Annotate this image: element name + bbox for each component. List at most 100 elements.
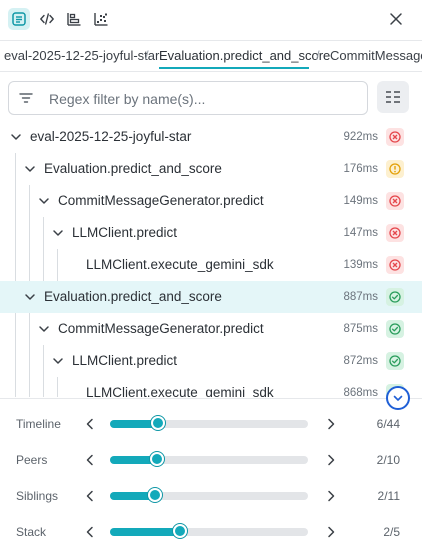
chevron-left-icon[interactable] bbox=[83, 525, 97, 539]
breadcrumb-item-child[interactable]: CommitMessageG bbox=[330, 47, 422, 65]
nav-count: 2/11 bbox=[377, 489, 400, 503]
close-icon bbox=[390, 13, 402, 25]
nav-slider-thumb[interactable] bbox=[150, 452, 164, 466]
tree-row[interactable]: Evaluation.predict_and_score 176ms bbox=[0, 153, 422, 185]
span-name: LLMClient.predict bbox=[72, 353, 178, 368]
nav-row-stack: Stack 2/5 bbox=[0, 520, 422, 541]
toolbar bbox=[0, 0, 422, 40]
span-name: CommitMessageGenerator.predict bbox=[58, 321, 264, 336]
span-name: CommitMessageGenerator.predict bbox=[58, 193, 264, 208]
span-name: eval-2025-12-25-joyful-star bbox=[30, 129, 192, 144]
breadcrumb-active-indicator bbox=[159, 67, 309, 69]
nav-row-siblings: Siblings 2/11 bbox=[0, 484, 422, 508]
filter-icon bbox=[19, 93, 33, 103]
nav-label: Timeline bbox=[16, 417, 61, 431]
chevron-down-icon[interactable] bbox=[38, 195, 50, 207]
span-duration: 147ms bbox=[343, 227, 378, 239]
error-icon bbox=[389, 259, 401, 271]
bar-chart-view-button[interactable] bbox=[63, 8, 85, 30]
chevron-left-icon[interactable] bbox=[83, 417, 97, 431]
chevron-right-icon[interactable] bbox=[324, 417, 338, 431]
nav-slider[interactable] bbox=[110, 452, 308, 466]
check-circle-icon bbox=[389, 291, 401, 303]
tree-row-selected[interactable]: Evaluation.predict_and_score 887ms bbox=[0, 281, 422, 313]
breadcrumb-item-root[interactable]: eval-2025-12-25-joyful-star bbox=[4, 47, 159, 65]
breadcrumb-item-current[interactable]: Evaluation.predict_and_score bbox=[159, 47, 330, 65]
nav-slider[interactable] bbox=[110, 488, 308, 502]
span-duration: 922ms bbox=[343, 131, 378, 143]
span-duration: 875ms bbox=[343, 323, 378, 335]
chevron-down-icon[interactable] bbox=[24, 163, 36, 175]
status-badge bbox=[386, 160, 404, 178]
span-name: LLMClient.predict bbox=[72, 225, 178, 240]
nav-row-peers: Peers 2/10 bbox=[0, 448, 422, 472]
nav-slider-thumb[interactable] bbox=[172, 524, 187, 538]
status-badge bbox=[386, 256, 404, 274]
regex-filter-input[interactable] bbox=[49, 90, 359, 108]
chevron-down-icon[interactable] bbox=[38, 323, 50, 335]
span-name: Evaluation.predict_and_score bbox=[44, 289, 222, 304]
check-circle-icon bbox=[389, 355, 401, 367]
span-duration: 872ms bbox=[343, 355, 378, 367]
chevron-right-icon[interactable] bbox=[324, 489, 338, 503]
span-duration: 176ms bbox=[343, 163, 378, 175]
nav-count: 2/10 bbox=[376, 453, 400, 467]
span-name: Evaluation.predict_and_score bbox=[44, 161, 222, 176]
span-duration: 139ms bbox=[343, 259, 378, 271]
nav-slider[interactable] bbox=[110, 524, 308, 538]
error-icon bbox=[389, 195, 401, 207]
code-icon bbox=[40, 13, 54, 25]
chevron-down-icon[interactable] bbox=[52, 227, 64, 239]
view-options-button[interactable] bbox=[377, 81, 409, 113]
chevron-left-icon[interactable] bbox=[83, 489, 97, 503]
bar-chart-icon bbox=[67, 13, 81, 26]
tree-row[interactable]: LLMClient.execute_gemini_sdk 139ms bbox=[0, 249, 422, 281]
list-icon bbox=[12, 12, 26, 26]
nav-count: 6/44 bbox=[376, 417, 400, 431]
nav-label: Siblings bbox=[16, 489, 59, 503]
chevron-down-icon[interactable] bbox=[24, 291, 36, 303]
nav-slider-fill bbox=[110, 528, 180, 536]
status-badge bbox=[386, 320, 404, 338]
error-icon bbox=[389, 227, 401, 239]
scroll-down-button[interactable] bbox=[386, 386, 410, 410]
tree-row[interactable]: eval-2025-12-25-joyful-star 922ms bbox=[0, 121, 422, 153]
chevron-down-icon[interactable] bbox=[52, 355, 64, 367]
code-view-button[interactable] bbox=[36, 8, 58, 30]
chevron-right-icon[interactable] bbox=[324, 525, 338, 539]
nav-label: Stack bbox=[16, 525, 47, 539]
scatter-view-button[interactable] bbox=[90, 8, 112, 30]
list-layout-icon bbox=[386, 91, 400, 103]
span-name: LLMClient.execute_gemini_sdk bbox=[86, 257, 274, 272]
chevron-left-icon[interactable] bbox=[83, 453, 97, 467]
trace-tree: eval-2025-12-25-joyful-star 922ms Evalua… bbox=[0, 121, 422, 397]
breadcrumb-separator: / bbox=[145, 48, 149, 63]
nav-slider-thumb[interactable] bbox=[150, 416, 165, 430]
nav-label: Peers bbox=[16, 453, 48, 467]
chevron-down-icon bbox=[393, 395, 403, 401]
close-button[interactable] bbox=[385, 8, 407, 30]
span-duration: 149ms bbox=[343, 195, 378, 207]
chevron-right-icon[interactable] bbox=[324, 453, 338, 467]
list-view-button[interactable] bbox=[8, 8, 30, 30]
status-badge bbox=[386, 288, 404, 306]
tree-row[interactable]: LLMClient.predict 147ms bbox=[0, 217, 422, 249]
span-duration: 887ms bbox=[343, 291, 378, 303]
status-badge bbox=[386, 128, 404, 146]
chevron-down-icon[interactable] bbox=[10, 131, 22, 143]
nav-slider-thumb[interactable] bbox=[148, 488, 163, 502]
span-name: LLMClient.execute_gemini_sdk bbox=[86, 385, 274, 397]
check-circle-icon bbox=[389, 323, 401, 335]
tree-row[interactable]: LLMClient.execute_gemini_sdk 868ms bbox=[0, 377, 422, 397]
tree-row[interactable]: LLMClient.predict 872ms bbox=[0, 345, 422, 377]
filter-box bbox=[8, 81, 368, 115]
span-duration: 868ms bbox=[343, 387, 378, 397]
nav-slider[interactable] bbox=[110, 416, 308, 430]
status-badge bbox=[386, 192, 404, 210]
status-badge bbox=[386, 224, 404, 242]
nav-row-timeline: Timeline 6/44 bbox=[0, 412, 422, 436]
tree-row[interactable]: CommitMessageGenerator.predict 875ms bbox=[0, 313, 422, 345]
breadcrumb: eval-2025-12-25-joyful-star / Evaluation… bbox=[0, 40, 422, 72]
tree-row[interactable]: CommitMessageGenerator.predict 149ms bbox=[0, 185, 422, 217]
breadcrumb-separator: / bbox=[316, 48, 320, 63]
